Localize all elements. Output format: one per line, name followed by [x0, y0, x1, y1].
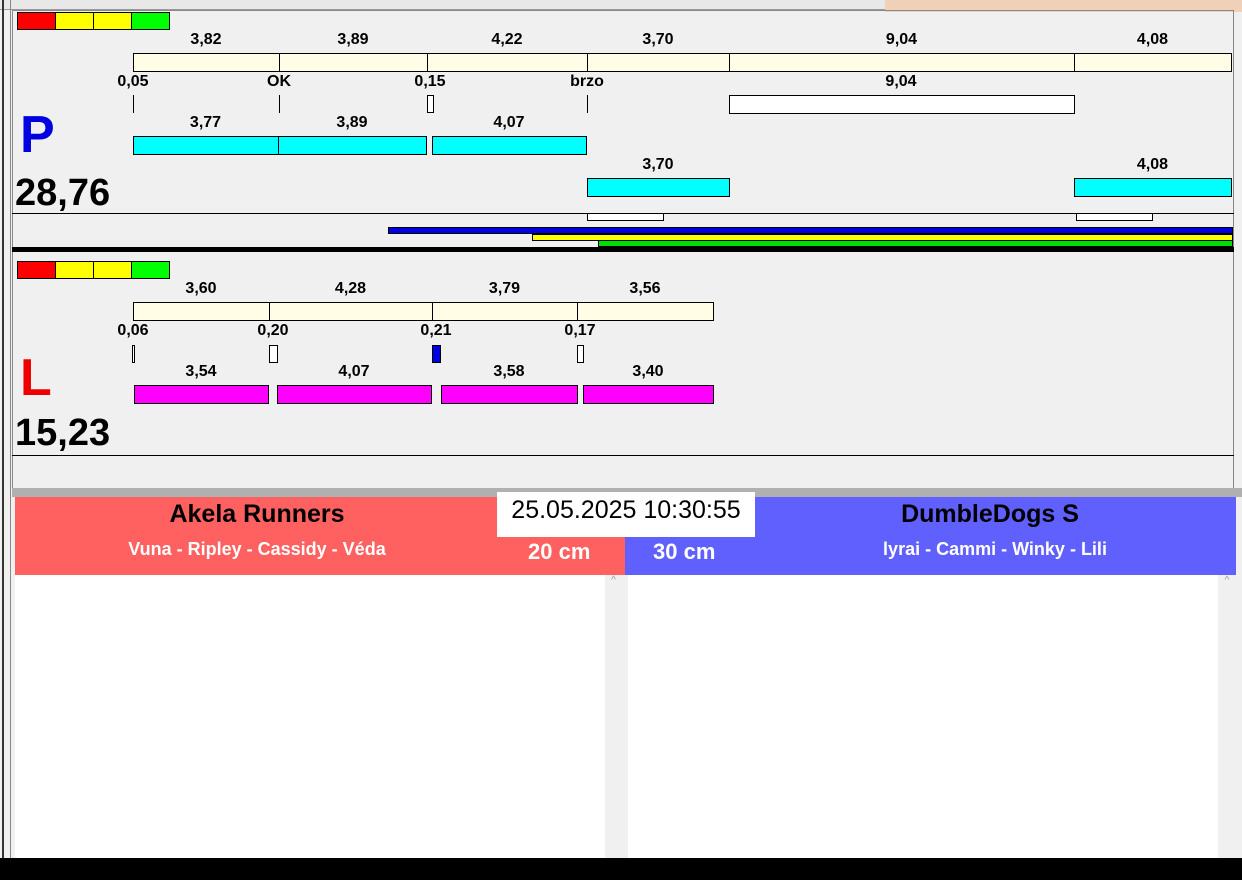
p-run-value: 3,70 — [642, 156, 674, 173]
progress-green — [598, 240, 1233, 247]
p-fault-box — [729, 95, 1075, 114]
p-run-bar — [133, 136, 279, 155]
right-results-list[interactable] — [628, 575, 1218, 858]
p-run-value: 4,08 — [1136, 156, 1169, 173]
p-segment-value: 3,70 — [642, 31, 674, 48]
left-team-dogs: Vuna - Ripley - Cassidy - Véda — [128, 539, 386, 559]
l-run-bar — [583, 385, 714, 404]
left-scrollbar[interactable]: ^ — [605, 575, 622, 858]
l-run-bar — [441, 385, 578, 404]
l-segment-bar — [577, 302, 714, 321]
p-split-label: 0,05 — [117, 73, 149, 90]
p-run-bar — [587, 178, 730, 197]
p-segment-value: 3,89 — [337, 31, 369, 48]
l-segment-value: 3,60 — [185, 280, 217, 297]
left-results-list[interactable] — [15, 575, 605, 858]
p-segment-bar — [133, 53, 280, 72]
p-segment-bar — [1074, 53, 1232, 72]
p-marker — [1076, 213, 1153, 221]
status-square — [55, 12, 94, 30]
status-square — [131, 261, 170, 279]
l-split-label: 0,17 — [564, 322, 596, 339]
right-team-height: 30 cm — [653, 539, 716, 564]
p-run-value: 4,07 — [493, 114, 525, 131]
bottom-bar — [0, 858, 1242, 880]
p-total: 28,76 — [15, 172, 111, 214]
p-split-tick — [279, 95, 280, 113]
p-segment-value: 4,22 — [491, 31, 523, 48]
panel-divider — [12, 247, 1234, 252]
l-segment-bar — [269, 302, 433, 321]
l-split-marker — [432, 345, 441, 363]
p-segment-bar — [427, 53, 588, 72]
l-run-value: 4,07 — [338, 363, 370, 380]
l-split-marker — [577, 345, 584, 363]
p-run-value: 3,77 — [189, 114, 222, 131]
status-square — [17, 12, 56, 30]
p-run-bar — [1074, 178, 1232, 197]
p-segment-value: 9,04 — [885, 31, 918, 48]
p-split-tick — [587, 95, 588, 113]
status-square — [55, 261, 94, 279]
tab-strip[interactable] — [0, 0, 885, 10]
datetime: 25.05.2025 10:30:55 — [497, 492, 755, 537]
p-segment-value: 3,82 — [190, 31, 222, 48]
l-run-bar — [277, 385, 432, 404]
l-split-label: 0,21 — [420, 322, 452, 339]
right-team-dogs: lyrai - Cammi - Winky - Lili — [883, 539, 1107, 559]
p-segment-value: 4,08 — [1136, 31, 1169, 48]
p-segment-bar — [587, 53, 730, 72]
status-square — [131, 12, 170, 30]
p-run-bar — [432, 136, 587, 155]
p-split-label: brzo — [570, 73, 604, 90]
left-team-name: Akela Runners — [169, 500, 345, 528]
l-segment-value: 3,56 — [629, 280, 661, 297]
l-run-value: 3,40 — [632, 363, 664, 380]
p-marker — [587, 213, 664, 221]
status-square — [17, 261, 56, 279]
l-segment-bar — [133, 302, 270, 321]
p-segment-bar — [279, 53, 428, 72]
l-split-marker — [269, 345, 278, 363]
l-segment-value: 4,28 — [334, 280, 367, 297]
l-segment-bar — [432, 302, 578, 321]
l-total: 15,23 — [15, 412, 111, 454]
l-split-marker — [132, 345, 135, 363]
status-square — [93, 261, 132, 279]
p-split-label: OK — [267, 73, 291, 90]
right-team-name: DumbleDogs S — [901, 500, 1079, 528]
p-run-bar — [278, 136, 427, 155]
p-split-label: 9,04 — [885, 73, 917, 90]
l-run-value: 3,58 — [493, 363, 525, 380]
p-run-value: 3,89 — [336, 114, 368, 131]
p-split-marker — [427, 95, 434, 113]
l-segment-value: 3,79 — [488, 280, 521, 297]
p-segment-bar — [729, 53, 1075, 72]
l-letter: L — [20, 349, 52, 407]
progress-blue — [388, 227, 1233, 234]
p-split-label: 0,15 — [414, 73, 446, 90]
right-scrollbar[interactable]: ^ — [1218, 575, 1236, 858]
p-split-tick — [133, 95, 134, 113]
status-square — [93, 12, 132, 30]
l-run-bar — [134, 385, 269, 404]
l-divider — [12, 455, 1234, 456]
left-border — [2, 0, 11, 860]
l-split-label: 0,06 — [117, 322, 149, 339]
p-letter: P — [20, 106, 55, 164]
left-team-height: 20 cm — [528, 539, 591, 564]
l-split-label: 0,20 — [257, 322, 289, 339]
l-run-value: 3,54 — [185, 363, 217, 380]
